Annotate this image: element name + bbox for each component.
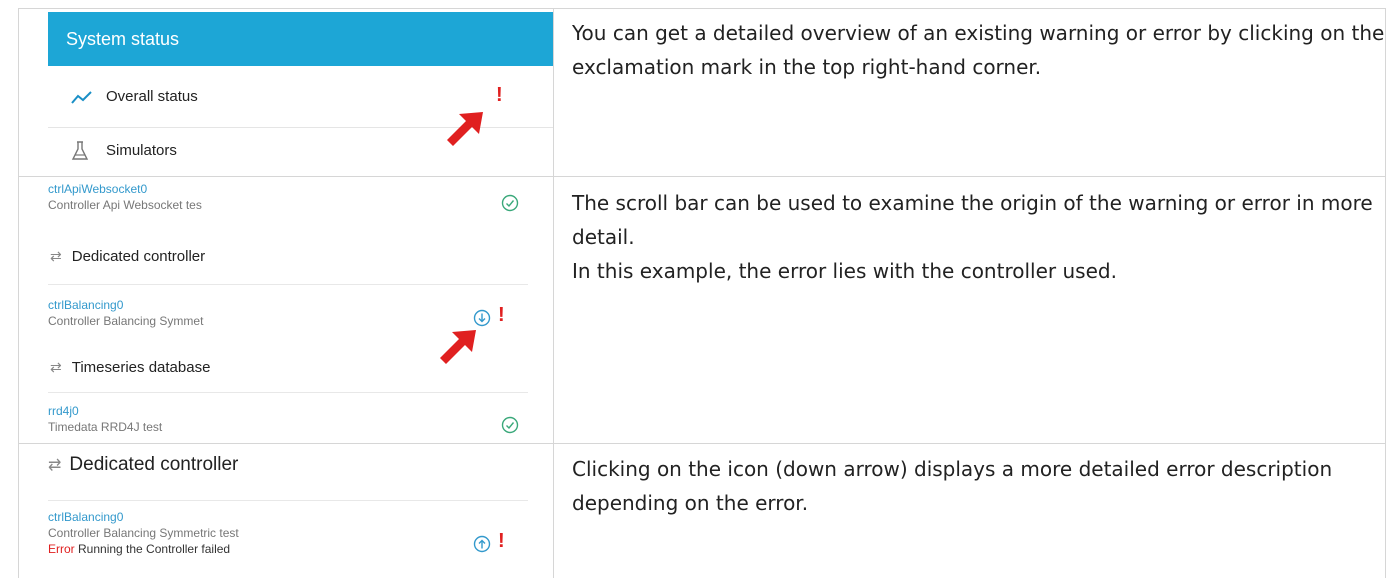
component-list-screenshot: ctrlApiWebsocket0 Controller Api Websock… bbox=[18, 178, 553, 442]
row2-text-2: In this example, the error lies with the… bbox=[572, 259, 1117, 283]
group-header-dedicated-controller[interactable]: ⇄ Dedicated controller bbox=[48, 454, 238, 476]
component-id: ctrlBalancing0 bbox=[48, 510, 124, 524]
component-desc: Timedata RRD4J test bbox=[48, 420, 163, 434]
component-item: ctrlBalancing0 Controller Balancing Symm… bbox=[48, 510, 528, 556]
error-detail-screenshot: ⇄ Dedicated controller ctrlBalancing0 Con… bbox=[18, 444, 553, 578]
divider bbox=[48, 500, 528, 501]
table-border-row1 bbox=[18, 176, 1386, 177]
system-status-screenshot: System status Overall status Simulators … bbox=[18, 8, 553, 176]
error-exclamation-icon[interactable]: ! bbox=[498, 304, 505, 327]
ok-check-icon bbox=[501, 194, 519, 212]
system-status-header: System status bbox=[48, 12, 553, 66]
row1-description: You can get a detailed overview of an ex… bbox=[572, 8, 1386, 176]
group-header-timeseries-database[interactable]: ⇄ Timeseries database bbox=[50, 359, 510, 376]
component-id: rrd4j0 bbox=[48, 404, 79, 418]
row2-description: The scroll bar can be used to examine th… bbox=[572, 178, 1386, 442]
warning-exclamation-icon[interactable]: ! bbox=[496, 84, 503, 107]
error-message: Error Running the Controller failed bbox=[48, 542, 528, 556]
row2-text-1: The scroll bar can be used to examine th… bbox=[572, 191, 1373, 249]
row1-text: You can get a detailed overview of an ex… bbox=[572, 21, 1385, 79]
divider bbox=[48, 284, 528, 285]
row3-description: Clicking on the icon (down arrow) displa… bbox=[572, 444, 1386, 578]
trend-line-icon bbox=[70, 88, 94, 108]
component-desc: Controller Balancing Symmetric test bbox=[48, 526, 239, 540]
component-item: ctrlBalancing0 Controller Balancing Symm… bbox=[48, 298, 528, 328]
component-item: rrd4j0 Timedata RRD4J test bbox=[48, 404, 528, 434]
component-desc: Controller Api Websocket tes bbox=[48, 198, 202, 212]
swap-arrows-icon: ⇄ bbox=[48, 457, 62, 474]
component-item: ctrlApiWebsocket0 Controller Api Websock… bbox=[48, 182, 528, 212]
component-id: ctrlBalancing0 bbox=[48, 298, 124, 312]
component-id: ctrlApiWebsocket0 bbox=[48, 182, 148, 196]
ok-check-icon bbox=[501, 416, 519, 434]
table-row: System status Overall status Simulators … bbox=[18, 8, 1386, 176]
swap-arrows-icon: ⇄ bbox=[50, 248, 62, 264]
simulators-label: Simulators bbox=[106, 142, 177, 159]
table-row: ctrlApiWebsocket0 Controller Api Websock… bbox=[18, 178, 1386, 442]
table-row: ⇄ Dedicated controller ctrlBalancing0 Con… bbox=[18, 444, 1386, 578]
error-exclamation-icon[interactable]: ! bbox=[498, 530, 505, 553]
group-label: Timeseries database bbox=[71, 359, 211, 376]
error-label: Error bbox=[48, 542, 75, 556]
error-text: Running the Controller failed bbox=[74, 542, 231, 556]
flask-icon bbox=[70, 140, 94, 160]
swap-arrows-icon: ⇄ bbox=[50, 359, 62, 375]
expand-down-icon[interactable] bbox=[473, 309, 491, 327]
divider bbox=[48, 392, 528, 393]
group-label: Dedicated controller bbox=[69, 454, 239, 475]
row3-text: Clicking on the icon (down arrow) displa… bbox=[572, 457, 1333, 515]
collapse-up-icon[interactable] bbox=[473, 535, 491, 553]
red-pointer-arrow-icon bbox=[447, 112, 483, 146]
group-header-dedicated-controller[interactable]: ⇄ Dedicated controller bbox=[50, 248, 510, 265]
group-label: Dedicated controller bbox=[71, 248, 206, 265]
overall-status-label: Overall status bbox=[106, 88, 198, 105]
